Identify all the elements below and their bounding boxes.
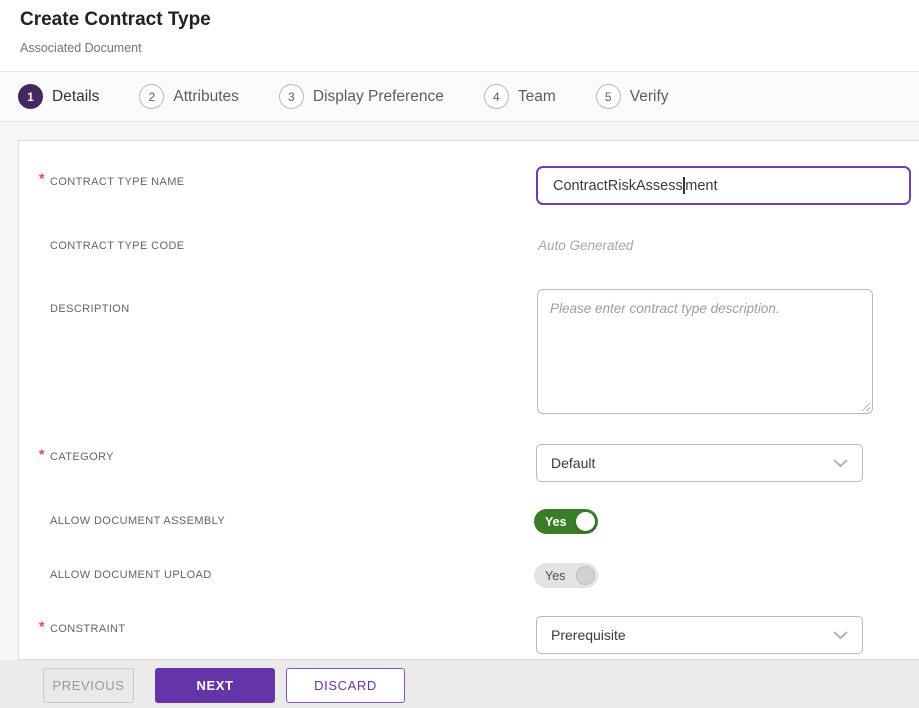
step-label: Attributes <box>173 87 239 105</box>
contract-type-code-value: Auto Generated <box>538 238 634 253</box>
step-item-display-preference[interactable]: 3 Display Preference <box>278 84 444 109</box>
description-label: DESCRIPTION <box>50 303 130 315</box>
allow-document-assembly-label: ALLOW DOCUMENT ASSEMBLY <box>50 515 226 527</box>
page-title: Create Contract Type <box>20 9 211 30</box>
step-number-badge: 1 <box>18 84 43 109</box>
step-label: Verify <box>629 87 669 105</box>
chevron-down-icon <box>833 459 848 468</box>
allow-document-upload-label: ALLOW DOCUMENT UPLOAD <box>50 569 212 581</box>
step-number-badge: 2 <box>139 84 165 109</box>
contract-type-name-label: CONTRACT TYPE NAME <box>50 176 185 188</box>
toggle-knob <box>576 566 595 585</box>
step-item-verify[interactable]: 5 Verify <box>595 84 669 109</box>
step-item-details[interactable]: 1 Details <box>18 84 99 109</box>
previous-button[interactable]: PREVIOUS <box>43 668 134 703</box>
input-text-after-caret: ment <box>685 177 718 194</box>
toggle-state-text: Yes <box>545 514 567 529</box>
required-asterisk: * <box>39 446 45 462</box>
category-label: CATEGORY <box>50 451 114 463</box>
allow-document-upload-toggle[interactable]: Yes <box>534 563 598 588</box>
page-subtitle: Associated Document <box>20 41 142 55</box>
input-text-before-caret: ContractRiskAssess <box>553 177 683 194</box>
description-textarea[interactable] <box>537 289 873 414</box>
contract-type-name-input[interactable]: ContractRiskAssess ment <box>536 166 911 205</box>
required-asterisk: * <box>39 618 45 634</box>
create-contract-type-page: Create Contract Type Associated Document… <box>0 0 919 708</box>
step-number-badge: 3 <box>278 84 304 109</box>
constraint-selected-value: Prerequisite <box>551 627 626 643</box>
constraint-label: CONSTRAINT <box>50 623 126 635</box>
toggle-state-text: Yes <box>545 568 566 583</box>
toggle-knob <box>576 512 595 531</box>
page-header: Create Contract Type Associated Document <box>0 0 919 71</box>
step-number-badge: 5 <box>595 84 621 109</box>
step-item-team[interactable]: 4 Team <box>483 84 556 109</box>
discard-button[interactable]: DISCARD <box>286 668 405 703</box>
wizard-step-bar: 1 Details 2 Attributes 3 Display Prefere… <box>0 71 919 122</box>
footer-action-bar: PREVIOUS NEXT DISCARD <box>0 660 919 708</box>
allow-document-assembly-toggle[interactable]: Yes <box>534 509 598 534</box>
step-number-badge: 4 <box>483 84 509 109</box>
category-select[interactable]: Default <box>536 444 863 482</box>
details-form-panel: * CONTRACT TYPE NAME ContractRiskAssess … <box>18 140 919 660</box>
contract-type-code-label: CONTRACT TYPE CODE <box>50 240 185 252</box>
content-background: * CONTRACT TYPE NAME ContractRiskAssess … <box>0 122 919 660</box>
step-item-attributes[interactable]: 2 Attributes <box>139 84 239 109</box>
step-label: Display Preference <box>312 87 444 105</box>
category-selected-value: Default <box>551 455 596 471</box>
step-label: Details <box>52 87 100 105</box>
chevron-down-icon <box>833 631 848 640</box>
step-label: Team <box>517 87 556 105</box>
required-asterisk: * <box>39 170 45 186</box>
next-button[interactable]: NEXT <box>155 668 275 703</box>
constraint-select[interactable]: Prerequisite <box>536 616 863 654</box>
